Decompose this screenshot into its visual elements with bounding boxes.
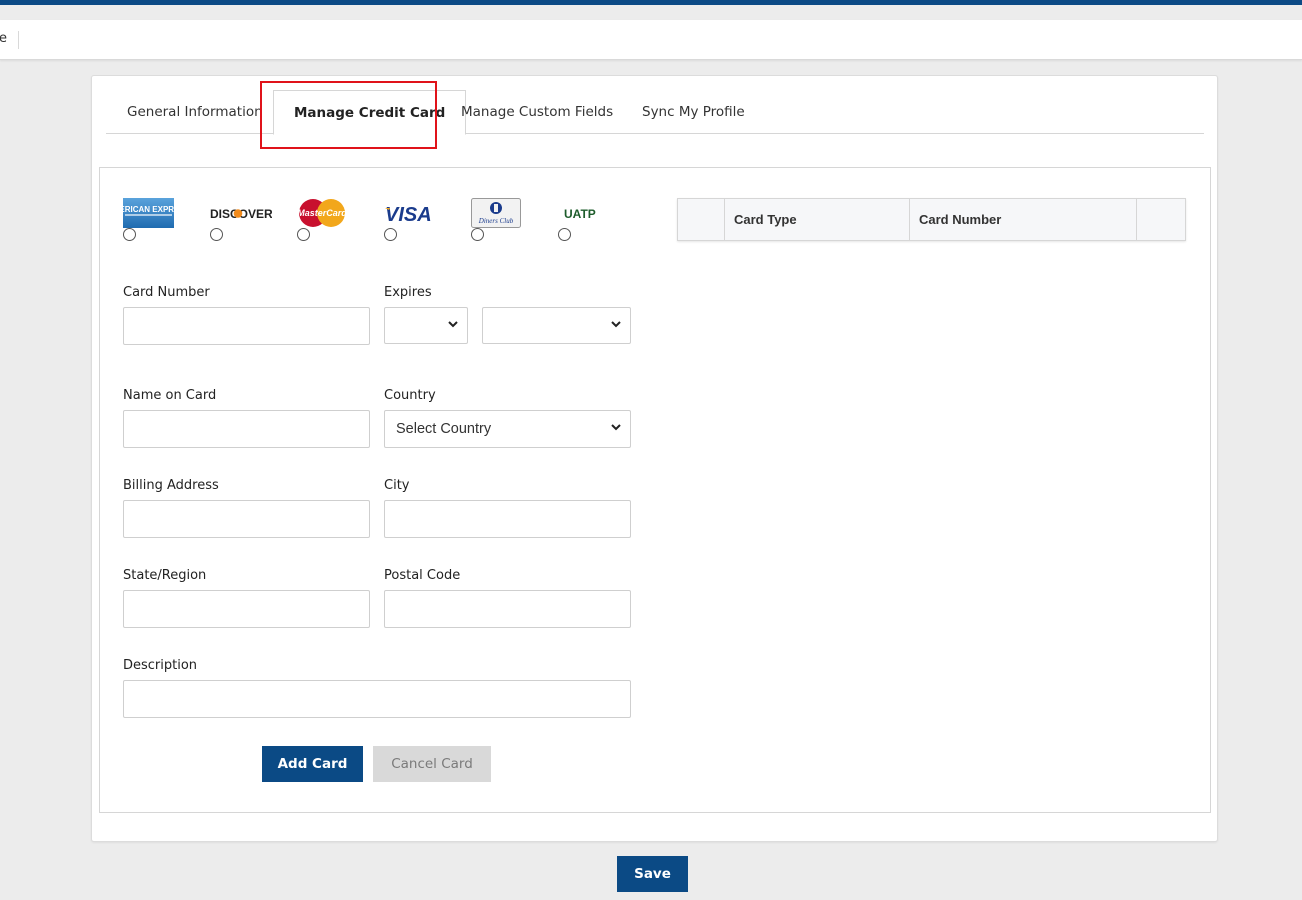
table-header-card-number[interactable]: Card Number xyxy=(910,199,1137,240)
tab-sync-my-profile[interactable]: Sync My Profile xyxy=(642,90,745,134)
svg-text:Diners Club: Diners Club xyxy=(478,217,514,225)
uatp-icon: UATP xyxy=(564,207,596,221)
name-on-card-label: Name on Card xyxy=(123,388,217,403)
expires-month-select[interactable] xyxy=(384,307,468,344)
chevron-down-icon xyxy=(611,321,621,328)
chevron-down-icon xyxy=(448,321,458,328)
expires-year-select[interactable] xyxy=(482,307,631,344)
table-header-card-type[interactable]: Card Type xyxy=(725,199,910,240)
breadcrumb[interactable]: e xyxy=(0,31,19,49)
profile-panel: General Information Manage Credit Card M… xyxy=(91,75,1218,842)
mastercard-icon: MasterCard xyxy=(297,199,347,227)
city-input[interactable] xyxy=(384,500,631,538)
postal-code-input[interactable] xyxy=(384,590,631,628)
state-region-label: State/Region xyxy=(123,568,207,583)
table-header-actions xyxy=(1137,199,1185,240)
card-type-radio-diners-club[interactable] xyxy=(471,228,484,241)
tab-bar: General Information Manage Credit Card M… xyxy=(106,90,1204,135)
navigation-bar: e xyxy=(0,20,1302,60)
chevron-down-icon xyxy=(611,424,621,431)
card-type-diners-club[interactable]: Diners Club xyxy=(471,198,531,248)
card-type-discover[interactable]: DISCOVER xyxy=(210,198,272,248)
saved-cards-table: Card Type Card Number xyxy=(677,198,1186,241)
tab-manage-credit-card[interactable]: Manage Credit Card xyxy=(273,90,467,135)
card-type-amex[interactable]: AMERICAN EXPRESS xyxy=(123,198,183,248)
save-button[interactable]: Save xyxy=(617,856,688,892)
add-card-button[interactable]: Add Card xyxy=(262,746,363,782)
svg-text:UATP: UATP xyxy=(564,207,596,221)
billing-address-label: Billing Address xyxy=(123,478,219,493)
card-type-radio-amex[interactable] xyxy=(123,228,136,241)
cancel-card-button[interactable]: Cancel Card xyxy=(373,746,491,782)
table-header-select xyxy=(678,199,725,240)
expires-label: Expires xyxy=(384,285,432,300)
postal-code-label: Postal Code xyxy=(384,568,461,583)
card-type-radio-mastercard[interactable] xyxy=(297,228,310,241)
tab-general-information[interactable]: General Information xyxy=(127,90,263,134)
top-strip xyxy=(0,5,1302,20)
svg-text:VISA: VISA xyxy=(385,204,432,226)
svg-text:MasterCard: MasterCard xyxy=(297,208,347,218)
billing-address-input[interactable] xyxy=(123,500,370,538)
city-label: City xyxy=(384,478,410,493)
svg-text:AMERICAN EXPRESS: AMERICAN EXPRESS xyxy=(123,205,174,214)
description-label: Description xyxy=(123,658,198,673)
card-number-input[interactable] xyxy=(123,307,370,345)
tab-manage-custom-fields[interactable]: Manage Custom Fields xyxy=(461,90,613,134)
diners-club-icon: Diners Club xyxy=(471,198,521,228)
visa-icon: VISA xyxy=(385,204,432,226)
card-type-uatp[interactable]: UATP xyxy=(558,198,618,248)
state-region-input[interactable] xyxy=(123,590,370,628)
breadcrumb-text: e xyxy=(0,31,7,46)
country-label: Country xyxy=(384,388,436,403)
card-type-mastercard[interactable]: MasterCard xyxy=(297,198,357,248)
discover-icon: DISCOVER xyxy=(210,207,272,221)
description-input[interactable] xyxy=(123,680,631,718)
credit-card-form-panel: AMERICAN EXPRESS DISCOVER MasterCard VIS… xyxy=(99,167,1211,813)
amex-icon: AMERICAN EXPRESS xyxy=(123,198,174,228)
card-type-visa[interactable]: VISA xyxy=(384,198,444,248)
card-type-radio-uatp[interactable] xyxy=(558,228,571,241)
card-number-label: Card Number xyxy=(123,285,210,300)
card-type-radio-visa[interactable] xyxy=(384,228,397,241)
card-type-radio-discover[interactable] xyxy=(210,228,223,241)
country-select[interactable]: Select Country xyxy=(384,410,631,448)
name-on-card-input[interactable] xyxy=(123,410,370,448)
